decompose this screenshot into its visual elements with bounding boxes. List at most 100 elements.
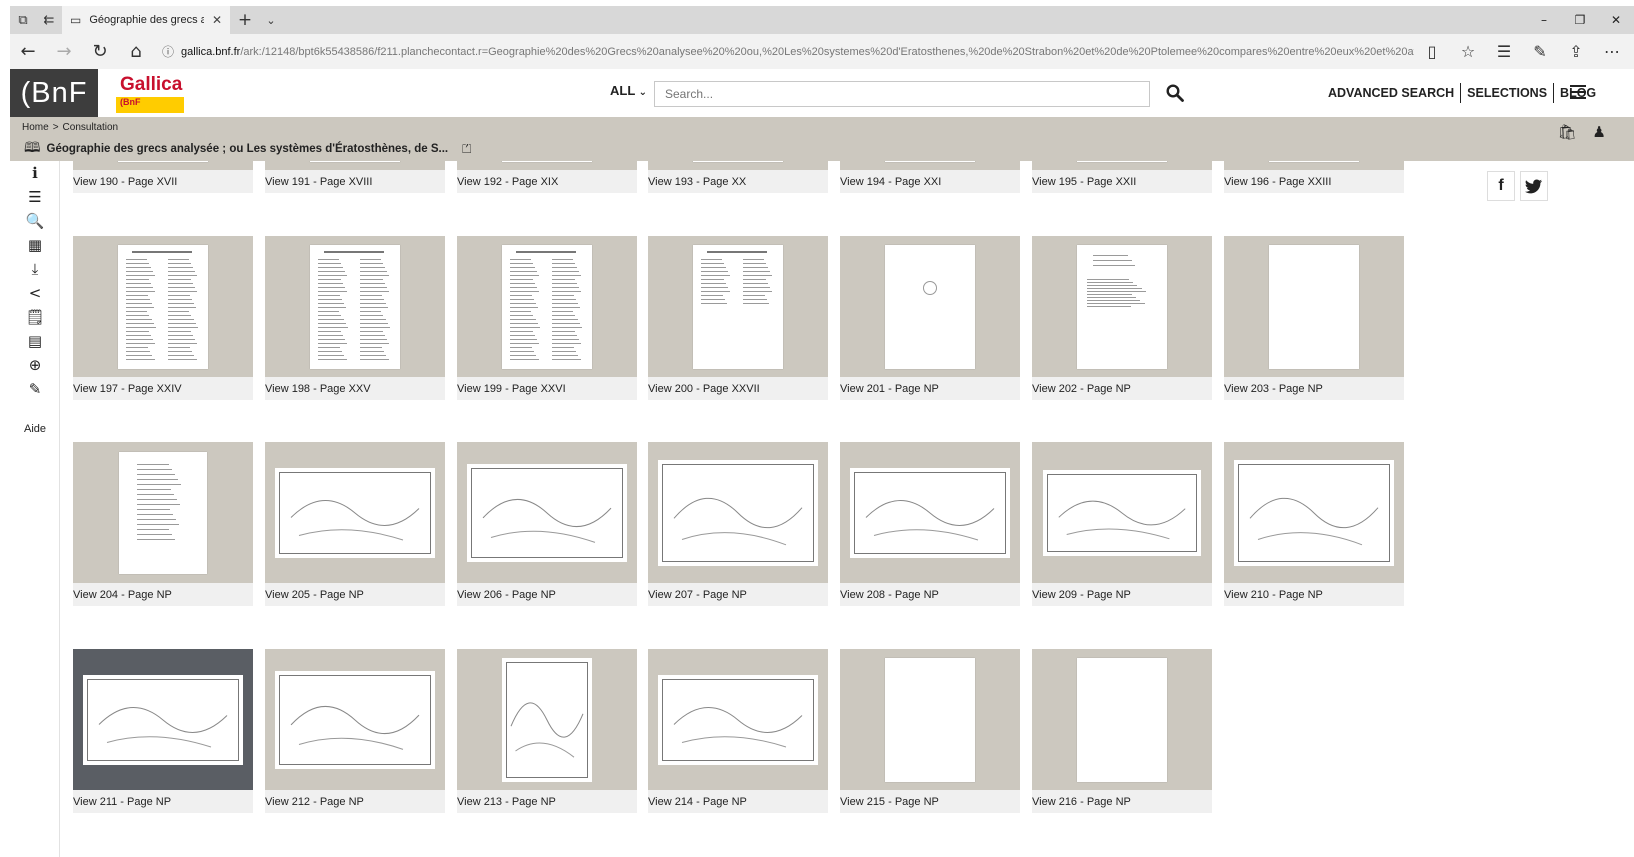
thumbnail-item[interactable]: View 194 - Page XXI bbox=[840, 161, 1020, 193]
user-icon[interactable]: ♟ bbox=[1593, 123, 1606, 141]
thumbnail-item[interactable]: View 191 - Page XVIII bbox=[265, 161, 445, 193]
thumbnail-image-frame[interactable] bbox=[265, 161, 445, 170]
thumbnail-item[interactable]: View 195 - Page XXII bbox=[1032, 161, 1212, 193]
thumbnail-caption[interactable]: View 205 - Page NP bbox=[265, 583, 445, 606]
back-icon[interactable]: ← bbox=[10, 34, 46, 69]
thumbnail-caption[interactable]: View 204 - Page NP bbox=[73, 583, 253, 606]
thumbnail-caption[interactable]: View 211 - Page NP bbox=[73, 790, 253, 813]
thumbnail-image-frame[interactable] bbox=[840, 161, 1020, 170]
share-browser-icon[interactable]: ⇪ bbox=[1558, 34, 1594, 69]
thumbnail-image-frame[interactable] bbox=[648, 649, 828, 790]
thumbnail-caption[interactable]: View 207 - Page NP bbox=[648, 583, 828, 606]
thumbnail-item[interactable]: View 196 - Page XXIII bbox=[1224, 161, 1404, 193]
thumbnail-caption[interactable]: View 200 - Page XXVII bbox=[648, 377, 828, 400]
thumbnail-image-frame[interactable] bbox=[73, 649, 253, 790]
thumbnail-item[interactable]: View 190 - Page XVII bbox=[73, 161, 253, 193]
tab-preview-chevron-icon[interactable]: ⌄ bbox=[260, 14, 282, 27]
thumbnail-image-frame[interactable] bbox=[457, 649, 637, 790]
download-icon[interactable]: ⤓ bbox=[10, 257, 60, 281]
thumbnail-item[interactable]: View 210 - Page NP bbox=[1224, 442, 1404, 606]
favorites-hub-icon[interactable]: ☰ bbox=[1486, 34, 1522, 69]
thumbnail-image-frame[interactable] bbox=[265, 649, 445, 790]
thumbnail-image-frame[interactable] bbox=[648, 236, 828, 377]
thumbnail-caption[interactable]: View 216 - Page NP bbox=[1032, 790, 1212, 813]
grid-icon[interactable]: ▦ bbox=[10, 233, 60, 257]
thumbnail-caption[interactable]: View 197 - Page XXIV bbox=[73, 377, 253, 400]
thumbnail-item[interactable]: View 214 - Page NP bbox=[648, 649, 828, 813]
url-field[interactable]: ⓘ gallica.bnf.fr/ark:/12148/bpt6k5543858… bbox=[154, 39, 1414, 65]
thumbnail-caption[interactable]: View 203 - Page NP bbox=[1224, 377, 1404, 400]
refresh-icon[interactable]: ↻ bbox=[82, 34, 118, 69]
search-scope-select[interactable]: ALL ⌄ bbox=[610, 83, 647, 98]
thumbnail-image-frame[interactable] bbox=[457, 236, 637, 377]
facebook-icon[interactable]: f bbox=[1487, 171, 1515, 201]
thumbnail-item[interactable]: View 213 - Page NP bbox=[457, 649, 637, 813]
search-input[interactable] bbox=[654, 81, 1150, 107]
thumbnail-item[interactable]: View 199 - Page XXVI bbox=[457, 236, 637, 400]
thumbnail-item[interactable]: View 212 - Page NP bbox=[265, 649, 445, 813]
thumbnail-caption[interactable]: View 195 - Page XXII bbox=[1032, 170, 1212, 193]
tag-icon[interactable]: ⏍ bbox=[462, 142, 471, 157]
thumbnail-caption[interactable]: View 214 - Page NP bbox=[648, 790, 828, 813]
thumbnail-image-frame[interactable] bbox=[73, 442, 253, 583]
tab-actions-icon[interactable]: ⧉ bbox=[10, 6, 36, 34]
thumbnail-image-frame[interactable] bbox=[648, 161, 828, 170]
search-icon[interactable]: 🔍 bbox=[10, 209, 60, 233]
bnf-logo[interactable]: (BnF bbox=[10, 69, 98, 117]
gallica-logo[interactable]: Gallica (BnF bbox=[116, 74, 188, 113]
document-title[interactable]: Géographie des grecs analysée ; ou Les s… bbox=[47, 143, 449, 155]
thumbnail-item[interactable]: View 192 - Page XIX bbox=[457, 161, 637, 193]
thumbnail-caption[interactable]: View 190 - Page XVII bbox=[73, 170, 253, 193]
thumbnail-image-frame[interactable] bbox=[1224, 161, 1404, 170]
thumbnail-caption[interactable]: View 206 - Page NP bbox=[457, 583, 637, 606]
thumbnail-item[interactable]: View 203 - Page NP bbox=[1224, 236, 1404, 400]
minimize-icon[interactable]: – bbox=[1526, 6, 1562, 34]
thumbnail-item[interactable]: View 197 - Page XXIV bbox=[73, 236, 253, 400]
site-info-icon[interactable]: ⓘ bbox=[162, 43, 174, 60]
thumbnail-image-frame[interactable] bbox=[73, 161, 253, 170]
thumbnail-caption[interactable]: View 193 - Page XX bbox=[648, 170, 828, 193]
help-link[interactable]: Aide bbox=[10, 423, 60, 435]
thumbnail-caption[interactable]: View 196 - Page XXIII bbox=[1224, 170, 1404, 193]
thumbnail-caption[interactable]: View 209 - Page NP bbox=[1032, 583, 1212, 606]
thumbnail-caption[interactable]: View 215 - Page NP bbox=[840, 790, 1020, 813]
search-button[interactable] bbox=[1160, 79, 1190, 107]
thumbnail-image-frame[interactable] bbox=[73, 236, 253, 377]
thumbnail-image-frame[interactable] bbox=[265, 236, 445, 377]
thumbnail-item[interactable]: View 201 - Page NP bbox=[840, 236, 1020, 400]
thumbnail-item[interactable]: View 202 - Page NP bbox=[1032, 236, 1212, 400]
thumbnail-item[interactable]: View 200 - Page XXVII bbox=[648, 236, 828, 400]
menu-icon[interactable] bbox=[1570, 81, 1586, 103]
thumbnail-image-frame[interactable] bbox=[1032, 161, 1212, 170]
thumbnail-image-frame[interactable] bbox=[648, 442, 828, 583]
cart-icon[interactable]: 🗒 bbox=[10, 305, 60, 329]
thumbnail-image-frame[interactable] bbox=[840, 649, 1020, 790]
favorite-star-icon[interactable]: ☆ bbox=[1450, 34, 1486, 69]
thumbnail-caption[interactable]: View 210 - Page NP bbox=[1224, 583, 1404, 606]
breadcrumb-home[interactable]: Home bbox=[22, 122, 49, 133]
thumbnail-image-frame[interactable] bbox=[265, 442, 445, 583]
thumbnail-caption[interactable]: View 198 - Page XXV bbox=[265, 377, 445, 400]
new-tab-button[interactable]: + bbox=[230, 10, 260, 30]
thumbnail-caption[interactable]: View 212 - Page NP bbox=[265, 790, 445, 813]
forward-icon[interactable]: → bbox=[46, 34, 82, 69]
thumbnail-caption[interactable]: View 199 - Page XXVI bbox=[457, 377, 637, 400]
reading-view-icon[interactable]: ▯ bbox=[1414, 34, 1450, 69]
thumbnail-item[interactable]: View 205 - Page NP bbox=[265, 442, 445, 606]
selections-link[interactable]: SELECTIONS bbox=[1467, 86, 1547, 100]
thumbnail-item[interactable]: View 193 - Page XX bbox=[648, 161, 828, 193]
pencil-icon[interactable]: ✎ bbox=[10, 377, 60, 401]
home-icon[interactable]: ⌂ bbox=[118, 34, 154, 69]
add-document-icon[interactable]: ⊕ bbox=[10, 353, 60, 377]
thumbnail-caption[interactable]: View 208 - Page NP bbox=[840, 583, 1020, 606]
restore-icon[interactable]: ❐ bbox=[1562, 6, 1598, 34]
thumbnail-item[interactable]: View 216 - Page NP bbox=[1032, 649, 1212, 813]
set-aside-tabs-icon[interactable]: ⇇ bbox=[36, 6, 62, 34]
thumbnail-item[interactable]: View 204 - Page NP bbox=[73, 442, 253, 606]
thumbnail-image-frame[interactable] bbox=[840, 236, 1020, 377]
thumbnail-image-frame[interactable] bbox=[1032, 236, 1212, 377]
thumbnail-caption[interactable]: View 213 - Page NP bbox=[457, 790, 637, 813]
bookmark-icon[interactable]: ▤ bbox=[10, 329, 60, 353]
info-icon[interactable]: ℹ bbox=[10, 161, 60, 185]
thumbnail-image-frame[interactable] bbox=[1032, 442, 1212, 583]
